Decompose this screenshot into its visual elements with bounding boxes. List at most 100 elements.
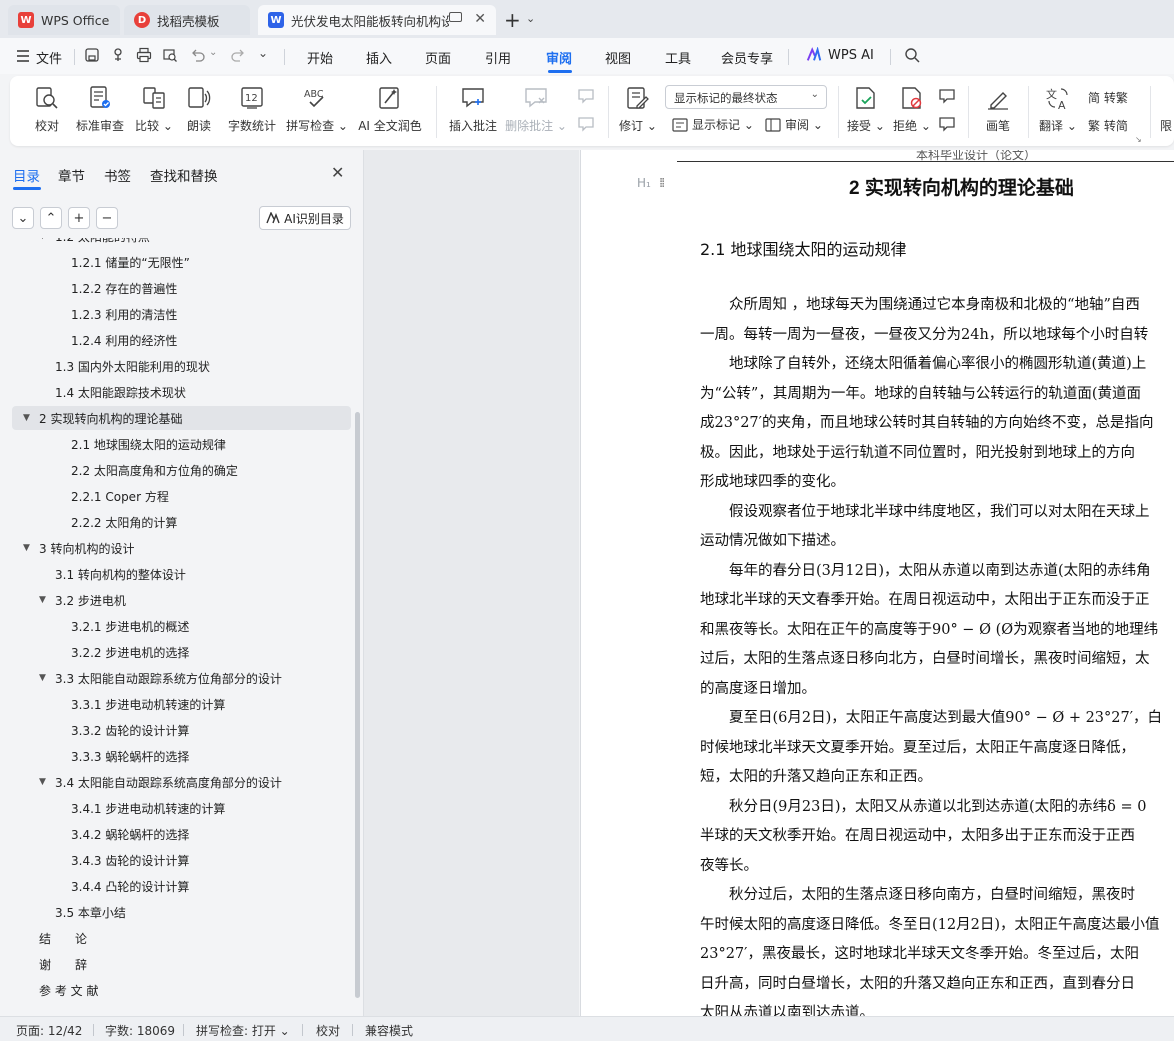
print-icon[interactable] xyxy=(136,47,152,63)
collapse-all-button[interactable]: ⌄ xyxy=(12,207,34,229)
next-comment-icon[interactable] xyxy=(577,116,595,132)
delete-comment-button[interactable]: 删除批注 ⌄ xyxy=(505,76,567,146)
toc-item[interactable]: 3.3.3 蜗轮蜗杆的选择 xyxy=(12,744,351,768)
toc-item[interactable]: ▼ 3.3 太阳能自动跟踪系统方位角部分的设计 xyxy=(12,666,351,690)
toc-item[interactable]: 1.4 太阳能跟踪技术现状 xyxy=(12,380,351,404)
proofread-status[interactable]: 校对 xyxy=(316,1022,340,1039)
file-menu[interactable]: 文件 xyxy=(36,48,62,67)
insert-comment-button[interactable]: 插入批注 xyxy=(448,76,498,146)
ribbon-expand-icon[interactable]: ↘ xyxy=(1135,135,1142,144)
toc-item[interactable]: 3.3.1 步进电动机转速的计算 xyxy=(12,692,351,716)
menu-review[interactable]: 审阅 xyxy=(546,48,572,67)
tab-find-replace[interactable]: 查找和替换 xyxy=(150,165,218,185)
word-count-indicator[interactable]: 字数: 18069 xyxy=(105,1022,175,1039)
toc-item[interactable]: 3.4.1 步进电动机转速的计算 xyxy=(12,796,351,820)
menu-view[interactable]: 视图 xyxy=(605,48,631,67)
track-changes-button[interactable]: 修订 ⌄ xyxy=(616,76,660,146)
toc-item[interactable]: 谢 辞 xyxy=(12,952,351,976)
new-tab-icon[interactable]: + xyxy=(504,8,521,32)
toc-item[interactable]: 1.2.1 储量的“无限性” xyxy=(12,250,351,274)
tab-sections[interactable]: 章节 xyxy=(58,165,85,185)
tab-list-chevron-icon[interactable]: ⌄ xyxy=(526,12,535,25)
to-simplified-button[interactable]: 繁 转简 xyxy=(1088,117,1128,134)
toc-item[interactable]: 1.2.4 利用的经济性 xyxy=(12,328,351,352)
compare-button[interactable]: 比较 ⌄ xyxy=(134,76,174,146)
toc-item[interactable]: ▼ 3 转向机构的设计 xyxy=(12,536,351,560)
ai-polish-button[interactable]: AI 全文润色 xyxy=(356,76,424,146)
tab-toc[interactable]: 目录 xyxy=(13,165,40,185)
toc-item[interactable]: 3.2.2 步进电机的选择 xyxy=(12,640,351,664)
toc-item[interactable]: 3.4.3 齿轮的设计计算 xyxy=(12,848,351,872)
previous-change-icon[interactable] xyxy=(938,88,956,104)
spell-check-button[interactable]: ABC 拼写检查 ⌄ xyxy=(286,76,348,146)
toc-item[interactable]: 3.4.2 蜗轮蜗杆的选择 xyxy=(12,822,351,846)
expand-arrow-icon[interactable]: ▼ xyxy=(39,673,46,683)
proofread-button[interactable]: 校对 xyxy=(32,76,62,146)
close-tab-icon[interactable]: ✕ xyxy=(474,11,486,27)
accept-button[interactable]: 接受 ⌄ xyxy=(846,76,886,146)
save-icon[interactable] xyxy=(84,47,100,63)
quick-access-more-icon[interactable]: ⌄ xyxy=(258,46,268,60)
tab-wps-office[interactable]: W WPS Office xyxy=(8,5,120,35)
export-icon[interactable] xyxy=(110,47,126,63)
window-mode-icon[interactable] xyxy=(449,12,462,22)
tab-current-document[interactable]: W 光伏发电太阳能板转向机构设 ✕ xyxy=(258,5,496,35)
menu-page[interactable]: 页面 xyxy=(425,48,451,67)
expand-arrow-icon[interactable]: ▼ xyxy=(39,595,46,605)
toc-item[interactable]: 3.2.1 步进电机的概述 xyxy=(12,614,351,638)
translate-button[interactable]: 文A 翻译 ⌄ xyxy=(1038,76,1078,146)
toc-item[interactable]: ▼ 1.2 太阳能的特点 xyxy=(12,238,351,248)
toc-item[interactable]: 2.2.1 Coper 方程 xyxy=(12,484,351,508)
menu-membership[interactable]: 会员专享 xyxy=(721,48,773,67)
expand-arrow-icon[interactable]: ▼ xyxy=(39,777,46,787)
close-panel-icon[interactable]: ✕ xyxy=(331,163,344,182)
redo-icon[interactable] xyxy=(230,47,246,63)
menu-home[interactable]: 开始 xyxy=(307,48,333,67)
toc-item[interactable]: 3.4.4 凸轮的设计计算 xyxy=(12,874,351,898)
toc-item[interactable]: ▼ 3.2 步进电机 xyxy=(12,588,351,612)
previous-comment-icon[interactable] xyxy=(577,88,595,104)
toc-scrollbar[interactable] xyxy=(355,412,360,998)
toc-item[interactable]: 2.1 地球围绕太阳的运动规律 xyxy=(12,432,351,456)
undo-chevron-icon[interactable]: ⌄ xyxy=(209,47,217,58)
page-indicator[interactable]: 页面: 12/42 xyxy=(16,1022,82,1039)
expand-arrow-icon[interactable]: ▼ xyxy=(23,543,30,553)
toc-item[interactable]: 参 考 文 献 xyxy=(12,978,351,1002)
toc-item[interactable]: 3.1 转向机构的整体设计 xyxy=(12,562,351,586)
toc-item[interactable]: 1.2.2 存在的普遍性 xyxy=(12,276,351,300)
menu-insert[interactable]: 插入 xyxy=(366,48,392,67)
heading-level-marker[interactable]: H₁ xyxy=(637,176,651,190)
undo-icon[interactable] xyxy=(190,47,206,63)
toc-item[interactable]: 2.2.2 太阳角的计算 xyxy=(12,510,351,534)
show-markup-button[interactable]: 显示标记 ⌄ xyxy=(672,116,754,133)
to-traditional-button[interactable]: 简 转繁 xyxy=(1088,89,1128,106)
restrict-editing-button[interactable]: 限 xyxy=(1160,117,1172,134)
pen-button[interactable]: 画笔 xyxy=(980,76,1016,146)
expand-arrow-icon[interactable]: ▼ xyxy=(39,238,46,241)
expand-arrow-icon[interactable]: ▼ xyxy=(23,413,30,423)
toc-item[interactable]: ▼ 2 实现转向机构的理论基础 xyxy=(12,406,351,430)
toc-item[interactable]: 1.2.3 利用的清洁性 xyxy=(12,302,351,326)
toc-item[interactable]: 3.5 本章小结 xyxy=(12,900,351,924)
read-aloud-button[interactable]: 朗读 xyxy=(184,76,214,146)
standard-review-button[interactable]: 标准审查 xyxy=(74,76,126,146)
hamburger-menu-icon[interactable] xyxy=(16,49,32,65)
ai-toc-button[interactable]: AI识别目录 xyxy=(259,206,351,230)
reject-button[interactable]: 拒绝 ⌄ xyxy=(892,76,932,146)
word-count-button[interactable]: 12 字数统计 xyxy=(224,76,280,146)
toc-item[interactable]: 1.3 国内外太阳能利用的现状 xyxy=(12,354,351,378)
tab-bookmarks[interactable]: 书签 xyxy=(104,165,131,185)
menu-references[interactable]: 引用 xyxy=(485,48,511,67)
remove-heading-button[interactable]: − xyxy=(96,207,118,229)
tab-docer-templates[interactable]: D 找稻壳模板 xyxy=(124,5,250,35)
promote-level-button[interactable]: ⌃ xyxy=(40,207,62,229)
markup-display-select[interactable]: 显示标记的最终状态 ⌄ xyxy=(665,85,827,109)
toc-item[interactable]: 3.3.2 齿轮的设计计算 xyxy=(12,718,351,742)
search-icon[interactable] xyxy=(904,47,920,63)
drag-handle-icon[interactable]: ⁞⁞ xyxy=(659,176,665,191)
print-preview-icon[interactable] xyxy=(162,47,178,63)
toc-item[interactable]: 结 论 xyxy=(12,926,351,950)
spell-check-status[interactable]: 拼写检查: 打开 ⌄ xyxy=(196,1022,290,1039)
menu-tools[interactable]: 工具 xyxy=(665,48,691,67)
add-heading-button[interactable]: + xyxy=(68,207,90,229)
